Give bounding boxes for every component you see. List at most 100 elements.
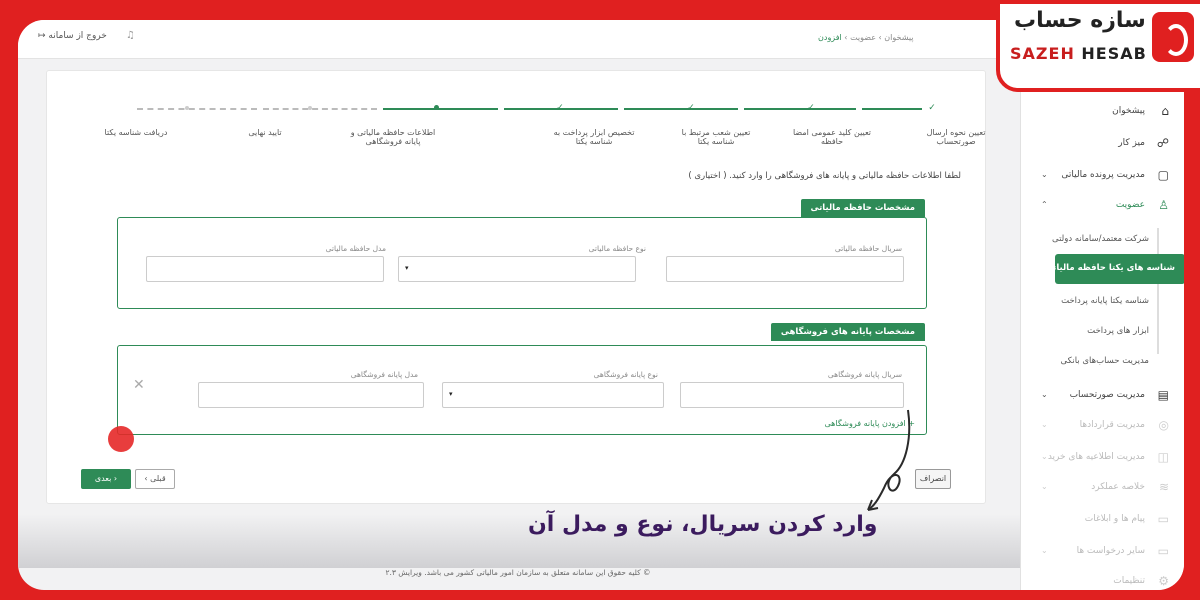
logo-text-en-1: SAZEH — [1010, 44, 1075, 63]
step-label-7: دریافت شناسه یکتا — [104, 128, 168, 137]
submenu-item-label: شرکت معتمد/سامانه دولتی — [1052, 234, 1149, 244]
memory-section-title: مشخصات حافظه مالیاتی — [800, 199, 925, 217]
user-icon: ♙ — [1158, 198, 1169, 212]
sidebar-item-label: مدیریت اطلاعیه های خرید — [1047, 452, 1145, 462]
wizard-stepper: ✓ ✓ ✓ ✓ — [117, 101, 937, 117]
sidebar-item-other-requests[interactable]: ▭ سایر درخواست ها ⌄ — [1021, 542, 1184, 562]
logo-text-fa: سازه حساب — [1014, 8, 1146, 33]
sidebar-item-membership[interactable]: ♙ عضویت ⌃ — [1021, 196, 1184, 216]
main-card: ✓ ✓ ✓ ✓ تعیین نحوه ارسال صورتحساب تعیین … — [46, 70, 986, 504]
brand-logo: سازه حساب SAZEH HESAB — [996, 0, 1200, 92]
step-4-check-icon: ✓ — [556, 103, 564, 113]
remove-terminal-icon[interactable]: ✕ — [133, 377, 145, 393]
memory-serial-label: سریال حافظه مالیاتی — [834, 244, 902, 253]
step-label-4: تخصیص ابزار پرداخت به شناسه یکتا — [553, 128, 635, 146]
sidebar-item-label: عضویت — [1115, 200, 1145, 210]
memory-model-label: مدل حافظه مالیاتی — [325, 244, 386, 253]
cursor-highlight — [108, 426, 134, 452]
invoice-icon: ▤ — [1157, 388, 1169, 402]
memory-model-input[interactable] — [146, 256, 384, 282]
logo-text-en: SAZEH HESAB — [1010, 44, 1147, 63]
step-5-current-dot — [431, 103, 441, 113]
sidebar-item-settings[interactable]: ⚙ تنظیمات — [1021, 572, 1184, 590]
cart-icon: ◫ — [1157, 450, 1169, 464]
footer-copyright: © کلیه حقوق این سامانه متعلق به سازمان ا… — [385, 568, 651, 577]
submenu-rail — [1157, 228, 1159, 354]
sidebar-item-label: میز کار — [1118, 138, 1145, 148]
step-7-pending-dot — [182, 103, 192, 113]
people-icon: ☍ — [1156, 136, 1169, 150]
gear-icon: ⚙ — [1158, 574, 1169, 588]
sidebar-item-messages[interactable]: ▭ پیام ها و ابلاغات — [1021, 510, 1184, 530]
sidebar: ⌂ پیشخوان ☍ میز کار ▢ مدیریت پرونده مالی… — [1020, 58, 1184, 590]
sidebar-item-desk[interactable]: ☍ میز کار — [1021, 134, 1184, 154]
chart-icon: ≋ — [1158, 480, 1169, 494]
submenu-item-label: مدیریت حساب‌های بانکی — [1060, 356, 1149, 366]
chevron-down-icon: ⌄ — [1041, 420, 1048, 429]
step-6-pending-dot — [305, 103, 315, 113]
submenu-item-label: ابزار های پرداخت — [1087, 326, 1149, 336]
chevron-down-icon: ⌄ — [1041, 482, 1048, 491]
terminal-serial-input[interactable] — [680, 382, 904, 408]
step-label-3: تعیین شعب مرتبط با شناسه یکتا — [681, 128, 751, 146]
terminal-section-box: سریال پایانه فروشگاهی نوع پایانه فروشگاه… — [117, 345, 927, 435]
next-button[interactable]: بعدی › — [81, 469, 131, 489]
app-window: ↦ خروج از سامانه ♫ پیشخوان › عضویت › افز… — [18, 20, 1184, 590]
sidebar-item-purchase-notices[interactable]: ◫ مدیریت اطلاعیه های خرید ⌄ — [1021, 448, 1184, 468]
notification-bell-icon[interactable]: ♫ — [126, 30, 135, 41]
logo-text-en-2: HESAB — [1081, 44, 1147, 63]
logout-icon: ↦ — [38, 31, 46, 41]
chat-icon: ▭ — [1157, 544, 1169, 558]
terminal-serial-label: سریال پایانه فروشگاهی — [827, 370, 902, 379]
logout-button[interactable]: ↦ خروج از سامانه — [38, 31, 107, 41]
terminal-type-select[interactable]: ▾ — [442, 382, 664, 408]
sidebar-item-contracts[interactable]: ◎ مدیریت قراردادها ⌄ — [1021, 416, 1184, 436]
terminal-section-title: مشخصات پایانه های فروشگاهی — [770, 323, 925, 341]
submenu-item-label: شناسه یکتا پایانه پرداخت — [1061, 296, 1149, 306]
sidebar-item-label: خلاصه عملکرد — [1091, 482, 1145, 492]
logout-label: خروج از سامانه — [48, 31, 107, 41]
terminal-type-label: نوع پایانه فروشگاهی — [593, 370, 658, 379]
sidebar-item-invoices[interactable]: ▤ مدیریت صورتحساب ⌄ — [1021, 386, 1184, 406]
submenu-item-memory-ids[interactable]: شناسه های یکتا حافظه مالیاتی — [1045, 254, 1184, 284]
terminal-model-label: مدل پایانه فروشگاهی — [350, 370, 418, 379]
terminal-model-input[interactable] — [198, 382, 424, 408]
breadcrumb-membership[interactable]: عضویت — [850, 33, 876, 42]
chevron-down-icon: ▾ — [449, 390, 453, 398]
step-label-2: تعیین کلید عمومی امضا حافظه — [792, 128, 872, 146]
sidebar-item-label: مدیریت پرونده مالیاتی — [1061, 170, 1145, 180]
step-1-check-icon: ✓ — [928, 103, 936, 113]
sidebar-item-label: تنظیمات — [1113, 576, 1145, 586]
video-caption: وارد کردن سریال، نوع و مدل آن — [528, 512, 878, 537]
submenu-item-label: شناسه های یکتا حافظه مالیاتی — [1044, 263, 1175, 273]
chevron-up-icon: ⌃ — [1041, 200, 1048, 209]
memory-serial-input[interactable] — [666, 256, 904, 282]
contract-icon: ◎ — [1158, 418, 1169, 432]
step-3-check-icon: ✓ — [687, 103, 695, 113]
sidebar-item-dashboard[interactable]: ⌂ پیشخوان — [1021, 102, 1184, 122]
sidebar-item-label: سایر درخواست ها — [1076, 546, 1145, 556]
sidebar-item-tax-file[interactable]: ▢ مدیریت پرونده مالیاتی ⌄ — [1021, 166, 1184, 186]
file-icon: ▢ — [1157, 168, 1169, 182]
breadcrumb: پیشخوان › عضویت › افزودن — [818, 33, 914, 42]
chevron-down-icon: ▾ — [405, 264, 409, 272]
chevron-down-icon: ⌄ — [1041, 390, 1048, 399]
memory-type-label: نوع حافظه مالیاتی — [588, 244, 646, 253]
logo-mark-icon — [1152, 12, 1194, 62]
breadcrumb-home[interactable]: پیشخوان — [884, 33, 913, 42]
curly-arrow-icon — [867, 409, 911, 511]
chevron-down-icon: ⌄ — [1041, 452, 1048, 461]
step-label-5: اطلاعات حافظه مالیاتی و پایانه فروشگاهی — [350, 128, 436, 146]
sidebar-item-label: پیشخوان — [1112, 106, 1145, 116]
step-label-1: تعیین نحوه ارسال صورتحساب — [926, 128, 986, 146]
sidebar-item-performance[interactable]: ≋ خلاصه عملکرد ⌄ — [1021, 478, 1184, 498]
sidebar-item-label: مدیریت صورتحساب — [1069, 390, 1145, 400]
step-label-6: تایید نهایی — [248, 128, 282, 137]
prev-button[interactable]: ‹ قبلی — [135, 469, 175, 489]
sidebar-item-label: مدیریت قراردادها — [1079, 420, 1145, 430]
memory-section-box: سریال حافظه مالیاتی نوع حافظه مالیاتی ▾ … — [117, 217, 927, 309]
chevron-down-icon: ⌄ — [1041, 546, 1048, 555]
breadcrumb-current: افزودن — [818, 33, 842, 42]
instruction-text: لطفا اطلاعات حافظه مالیاتی و پایانه های … — [688, 171, 961, 181]
memory-type-select[interactable]: ▾ — [398, 256, 636, 282]
